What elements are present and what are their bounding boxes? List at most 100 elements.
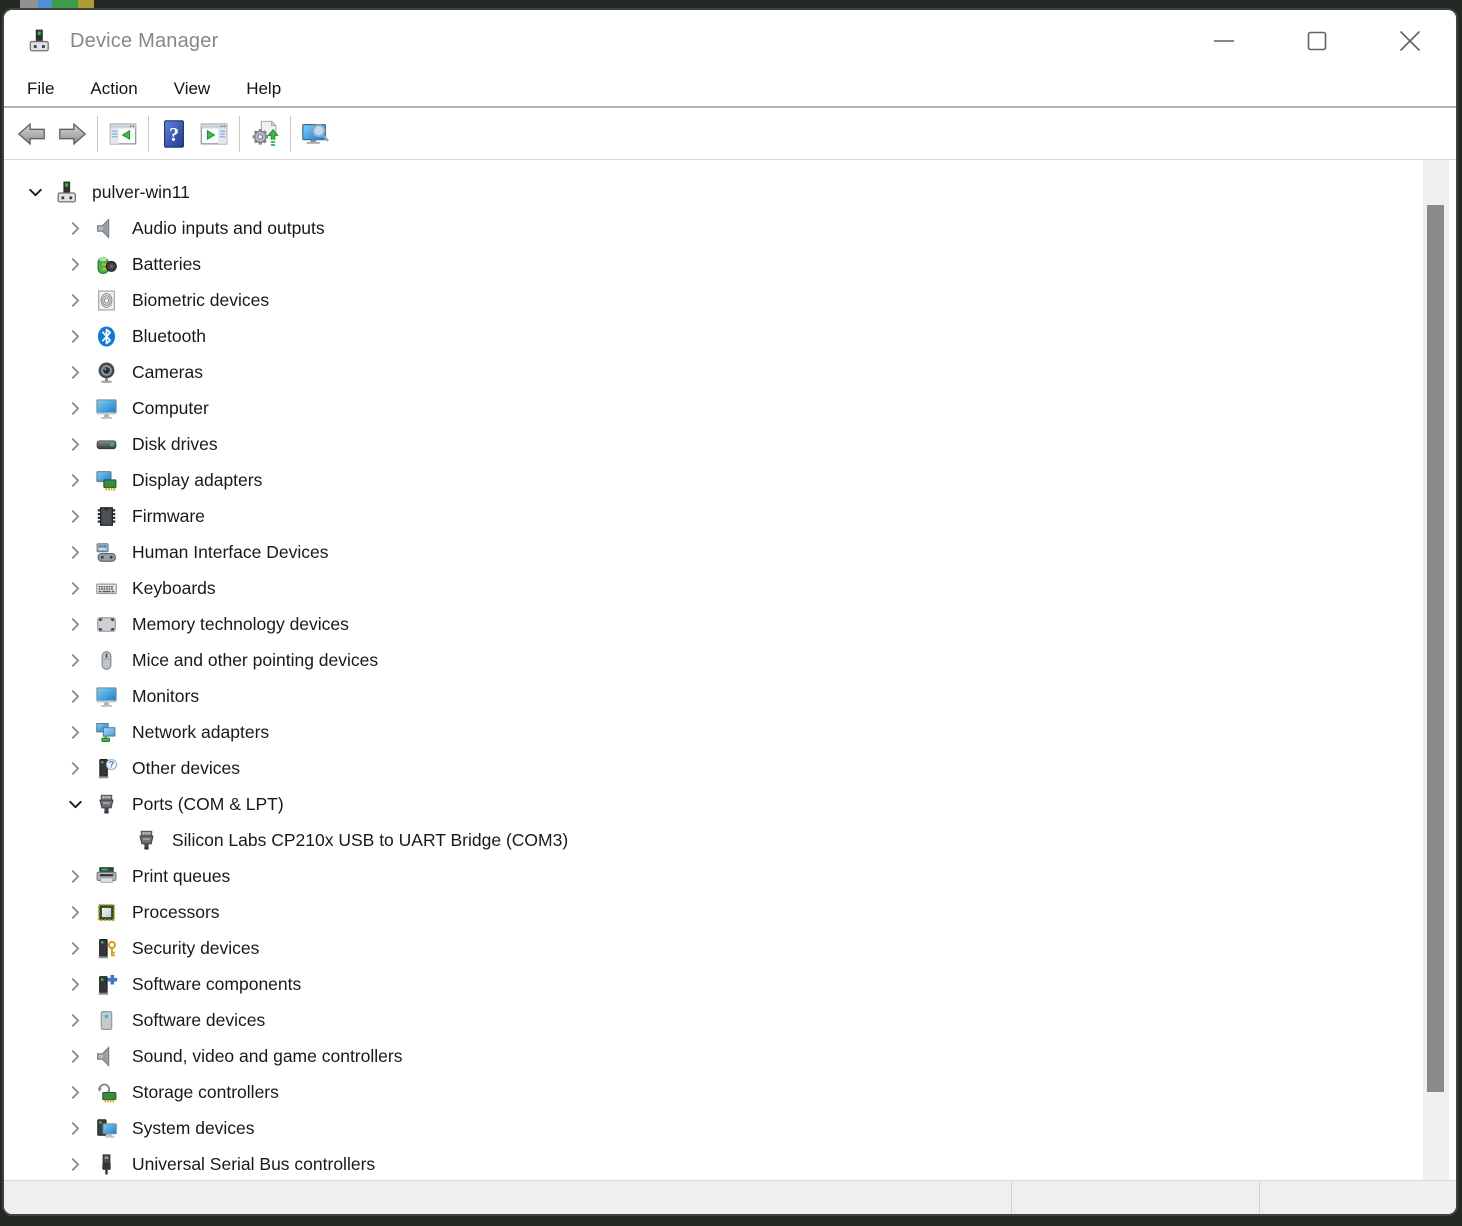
tree-item[interactable]: Display adapters xyxy=(4,462,1456,498)
display-adapter-icon xyxy=(94,468,119,493)
expand-chevron[interactable] xyxy=(56,1002,94,1038)
expand-chevron[interactable] xyxy=(56,1146,94,1180)
tree-item-label: Memory technology devices xyxy=(132,614,349,635)
expand-chevron[interactable] xyxy=(56,318,94,354)
tree-item[interactable]: Human Interface Devices xyxy=(4,534,1456,570)
expand-chevron[interactable] xyxy=(56,858,94,894)
minimize-button[interactable] xyxy=(1177,10,1270,72)
tree-item[interactable]: pulver-win11 xyxy=(4,174,1456,210)
expand-chevron[interactable] xyxy=(56,534,94,570)
tree-item[interactable]: Computer xyxy=(4,390,1456,426)
tree-item-label: Universal Serial Bus controllers xyxy=(132,1154,375,1175)
forward-button[interactable] xyxy=(55,117,89,151)
usb-icon xyxy=(94,1152,119,1177)
expand-chevron[interactable] xyxy=(56,714,94,750)
expand-chevron[interactable] xyxy=(56,570,94,606)
serial-port-icon xyxy=(94,792,119,817)
maximize-icon xyxy=(1303,27,1331,55)
show-action-pane-button[interactable] xyxy=(197,117,231,151)
tree-item[interactable]: Audio inputs and outputs xyxy=(4,210,1456,246)
toolbar-separator xyxy=(290,116,291,152)
expand-chevron[interactable] xyxy=(56,930,94,966)
scan-hardware-changes-button[interactable] xyxy=(248,117,282,151)
speaker-icon xyxy=(94,216,119,241)
vertical-scrollbar[interactable] xyxy=(1423,160,1449,1180)
tree-item[interactable]: Keyboards xyxy=(4,570,1456,606)
back-button[interactable] xyxy=(15,117,49,151)
toolbar-separator xyxy=(148,116,149,152)
tree-item[interactable]: Batteries xyxy=(4,246,1456,282)
tree-item[interactable]: Processors xyxy=(4,894,1456,930)
expand-chevron[interactable] xyxy=(56,246,94,282)
expand-chevron[interactable] xyxy=(56,210,94,246)
tree-item[interactable]: Storage controllers xyxy=(4,1074,1456,1110)
memory-card-icon xyxy=(94,612,119,637)
expand-chevron[interactable] xyxy=(56,678,94,714)
system-device-icon xyxy=(94,1116,119,1141)
expand-chevron[interactable] xyxy=(56,498,94,534)
expand-chevron[interactable] xyxy=(56,894,94,930)
expand-chevron[interactable] xyxy=(56,426,94,462)
title-bar[interactable]: Device Manager xyxy=(4,10,1456,72)
serial-port-icon xyxy=(134,828,159,853)
show-console-tree-button[interactable] xyxy=(106,117,140,151)
tree-item-label: Sound, video and game controllers xyxy=(132,1046,402,1067)
tree-item[interactable]: Ports (COM & LPT) xyxy=(4,786,1456,822)
expand-chevron[interactable] xyxy=(56,282,94,318)
menu-view[interactable]: View xyxy=(173,77,212,101)
expand-chevron[interactable] xyxy=(56,642,94,678)
menu-action[interactable]: Action xyxy=(89,77,138,101)
keyboard-icon xyxy=(94,576,119,601)
expand-chevron[interactable] xyxy=(56,1074,94,1110)
tree-item[interactable]: Bluetooth xyxy=(4,318,1456,354)
scrollbar-thumb[interactable] xyxy=(1427,205,1444,1092)
expand-chevron[interactable] xyxy=(56,966,94,1002)
tree-item[interactable]: Mice and other pointing devices xyxy=(4,642,1456,678)
tree-item[interactable]: Monitors xyxy=(4,678,1456,714)
tree-item[interactable]: Print queues xyxy=(4,858,1456,894)
tree-item[interactable]: Universal Serial Bus controllers xyxy=(4,1146,1456,1180)
tree-item[interactable]: Other devices xyxy=(4,750,1456,786)
expand-chevron[interactable] xyxy=(56,750,94,786)
expand-chevron[interactable] xyxy=(16,174,54,210)
expand-chevron[interactable] xyxy=(56,354,94,390)
expand-chevron[interactable] xyxy=(56,1110,94,1146)
expand-chevron[interactable] xyxy=(96,822,134,858)
tree-item[interactable]: Sound, video and game controllers xyxy=(4,1038,1456,1074)
help-button[interactable] xyxy=(157,117,191,151)
tree-item[interactable]: Security devices xyxy=(4,930,1456,966)
monitor-icon xyxy=(94,684,119,709)
tree-item-label: Processors xyxy=(132,902,220,923)
search-computer-button[interactable] xyxy=(299,117,333,151)
tree-item[interactable]: Silicon Labs CP210x USB to UART Bridge (… xyxy=(4,822,1456,858)
tree-item[interactable]: System devices xyxy=(4,1110,1456,1146)
tree-item[interactable]: Disk drives xyxy=(4,426,1456,462)
tree-item[interactable]: Software components xyxy=(4,966,1456,1002)
storage-controller-icon xyxy=(94,1080,119,1105)
menu-help[interactable]: Help xyxy=(245,77,282,101)
expand-chevron[interactable] xyxy=(56,462,94,498)
tree-item[interactable]: Biometric devices xyxy=(4,282,1456,318)
tree-item-label: Silicon Labs CP210x USB to UART Bridge (… xyxy=(172,830,568,851)
statusbar-section xyxy=(1012,1181,1260,1216)
expand-chevron[interactable] xyxy=(56,606,94,642)
tree-item-label: Bluetooth xyxy=(132,326,206,347)
tree-item-label: Audio inputs and outputs xyxy=(132,218,325,239)
tree-item-label: Software devices xyxy=(132,1010,265,1031)
close-button[interactable] xyxy=(1363,10,1456,72)
tree-item[interactable]: Memory technology devices xyxy=(4,606,1456,642)
maximize-button[interactable] xyxy=(1270,10,1363,72)
menu-file[interactable]: File xyxy=(26,77,55,101)
expand-chevron[interactable] xyxy=(56,786,94,822)
tree-item-label: Cameras xyxy=(132,362,203,383)
expand-chevron[interactable] xyxy=(56,390,94,426)
help-icon xyxy=(158,118,190,150)
tree-item[interactable]: Software devices xyxy=(4,1002,1456,1038)
device-manager-icon xyxy=(54,180,79,205)
tree-item[interactable]: Firmware xyxy=(4,498,1456,534)
expand-chevron[interactable] xyxy=(56,1038,94,1074)
monitor-icon xyxy=(94,396,119,421)
back-arrow-icon xyxy=(16,118,48,150)
tree-item[interactable]: Cameras xyxy=(4,354,1456,390)
tree-item[interactable]: Network adapters xyxy=(4,714,1456,750)
